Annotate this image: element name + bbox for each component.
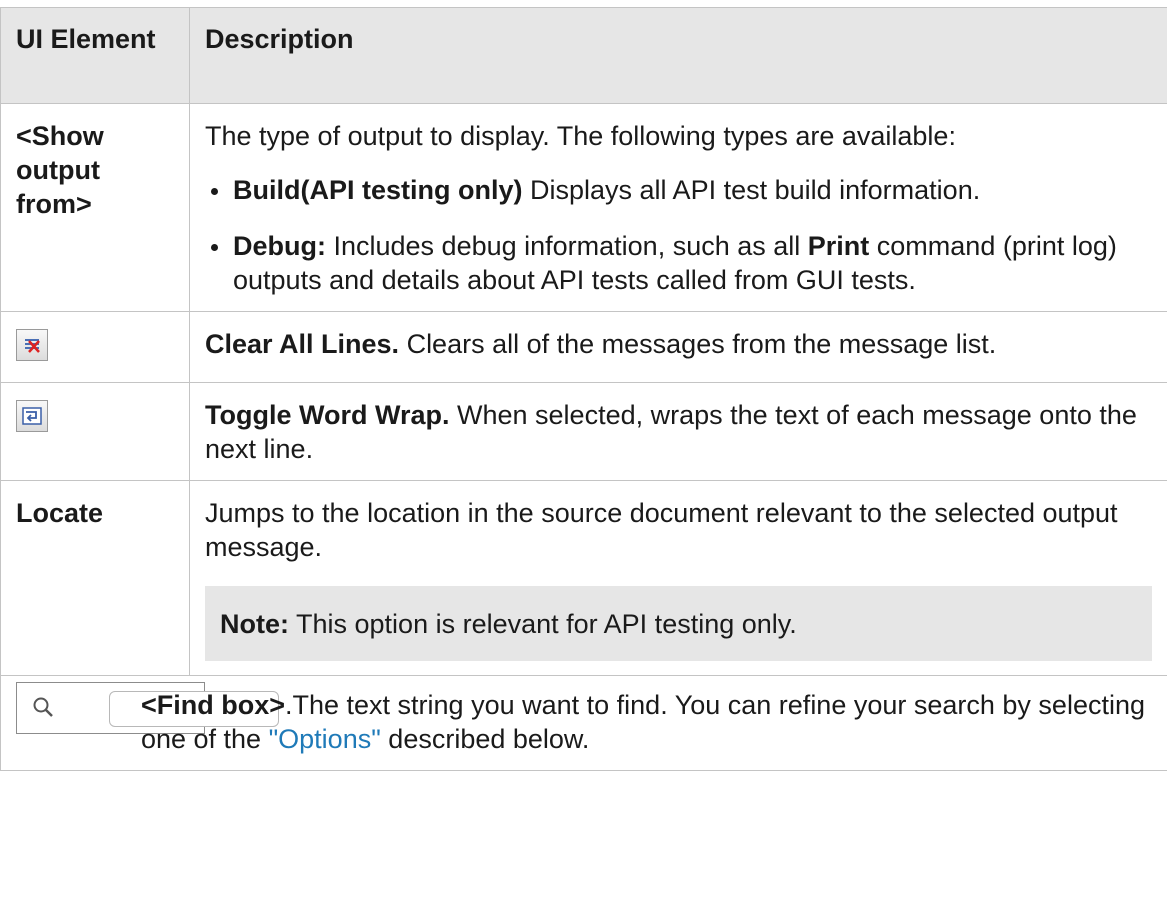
clear-all-lines-icon[interactable]: [16, 329, 48, 361]
show-output-intro: The type of output to display. The follo…: [205, 121, 956, 151]
ui-elements-table: UI Element Description <Show output from…: [0, 7, 1167, 771]
options-link[interactable]: "Options": [269, 724, 381, 754]
element-word-wrap: [0, 382, 190, 481]
table-header-row: UI Element Description: [0, 7, 1167, 104]
table-row: Locate Jumps to the location in the sour…: [0, 480, 1167, 676]
description-clear-all: Clear All Lines. Clears all of the messa…: [189, 311, 1167, 383]
magnifier-icon: [33, 697, 53, 717]
output-types-list: Build(API testing only) Displays all API…: [205, 173, 1152, 297]
locate-text: Jumps to the location in the source docu…: [205, 498, 1118, 562]
list-item: Build(API testing only) Displays all API…: [205, 173, 1152, 207]
build-term: Build(API testing only): [233, 175, 523, 205]
clear-all-text: Clears all of the messages from the mess…: [399, 329, 997, 359]
table-row: <Find box>.The text string you want to f…: [0, 675, 1167, 771]
description-locate: Jumps to the location in the source docu…: [189, 480, 1167, 676]
find-box-cell: <Find box>.The text string you want to f…: [0, 675, 1167, 771]
element-show-output: <Show output from>: [0, 103, 190, 312]
find-text-2: described below.: [380, 724, 590, 754]
description-show-output: The type of output to display. The follo…: [189, 103, 1167, 312]
list-item: Debug: Includes debug information, such …: [205, 229, 1152, 297]
note-text: This option is relevant for API testing …: [289, 609, 797, 639]
toggle-word-wrap-icon[interactable]: [16, 400, 48, 432]
element-clear-all: [0, 311, 190, 383]
table-row: Toggle Word Wrap. When selected, wraps t…: [0, 382, 1167, 481]
find-box-term: <Find box>: [140, 690, 285, 720]
debug-text: Includes debug information, such as all: [325, 231, 808, 261]
description-word-wrap: Toggle Word Wrap. When selected, wraps t…: [189, 382, 1167, 481]
table-row: <Show output from> The type of output to…: [0, 103, 1167, 312]
note-label: Note:: [220, 609, 289, 639]
note-box: Note: This option is relevant for API te…: [205, 586, 1152, 661]
find-description: <Find box>.The text string you want to f…: [141, 682, 1152, 756]
clear-all-term: Clear All Lines.: [205, 329, 400, 359]
word-wrap-term: Toggle Word Wrap.: [205, 400, 450, 430]
element-locate: Locate: [0, 480, 190, 676]
header-description: Description: [189, 7, 1167, 104]
table-row: Clear All Lines. Clears all of the messa…: [0, 311, 1167, 383]
header-ui-element: UI Element: [0, 7, 190, 104]
print-term: Print: [807, 231, 870, 261]
debug-term: Debug:: [233, 231, 326, 261]
build-text: Displays all API test build information.: [522, 175, 981, 205]
